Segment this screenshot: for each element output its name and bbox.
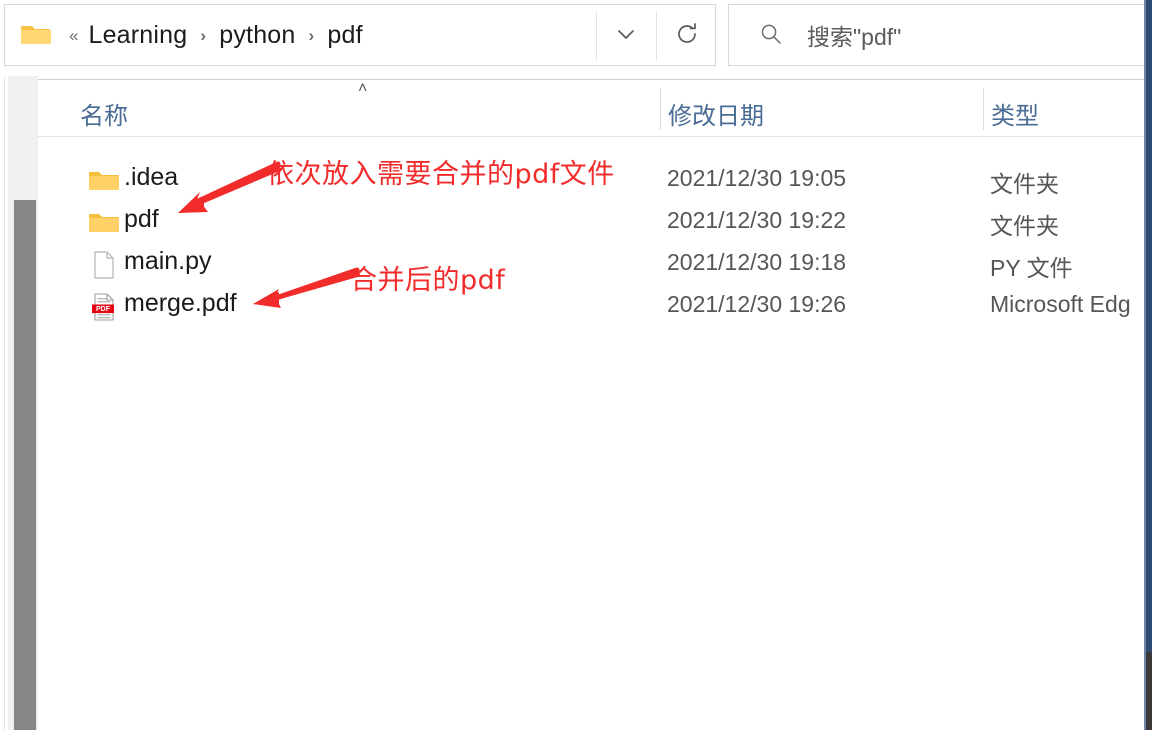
file-date-modified: 2021/12/30 19:22 [667,207,847,233]
left-edge-divider [4,76,5,730]
address-dropdown-button[interactable] [597,5,655,67]
file-date-modified: 2021/12/30 19:05 [667,165,847,191]
column-header-row: ˄ 名称 修改日期 类型 [38,79,1148,137]
folder-icon [21,23,51,47]
file-name[interactable]: main.py [124,247,212,276]
file-name[interactable]: .idea [124,163,178,192]
explorer-toolbar: « Learning › python › pdf 搜索"pdf" [4,4,1148,66]
address-bar[interactable]: « Learning › python › pdf [4,4,716,66]
search-icon [757,21,785,49]
file-list: .idea 2021/12/30 19:05 文件夹 pdf 2021/12/3… [38,138,1148,730]
file-date-modified: 2021/12/30 19:26 [667,291,847,317]
pdf-file-icon: PDF [88,291,120,323]
refresh-icon [673,20,701,53]
window-edge-border [1146,0,1152,730]
column-divider[interactable] [983,88,984,130]
breadcrumb: Learning › python › pdf [84,19,366,52]
search-input[interactable]: 搜索"pdf" [807,18,901,52]
svg-text:PDF: PDF [96,306,111,313]
table-row[interactable]: pdf 2021/12/30 19:22 文件夹 [38,202,1148,244]
folder-icon [88,207,120,239]
sort-ascending-icon[interactable]: ˄ [358,81,367,97]
column-header-type[interactable]: 类型 [991,96,1039,131]
vertical-scrollbar-track[interactable] [8,76,38,730]
file-type: 文件夹 [990,171,1059,197]
column-header-name[interactable]: 名称 [80,96,128,131]
table-row[interactable]: main.py 2021/12/30 19:18 PY 文件 [38,244,1148,286]
breadcrumb-item-pdf[interactable]: pdf [323,19,366,52]
file-type: PY 文件 [990,255,1073,281]
column-header-date-modified[interactable]: 修改日期 [668,96,764,131]
chevron-down-icon [613,21,639,52]
window-edge-border-bottom [1146,652,1152,730]
folder-icon [88,165,120,197]
breadcrumb-overflow-icon[interactable]: « [69,27,78,44]
breadcrumb-item-python[interactable]: python [215,19,299,52]
column-divider[interactable] [660,88,661,130]
vertical-scrollbar-thumb[interactable] [14,200,36,730]
file-icon [88,249,120,281]
file-name[interactable]: merge.pdf [124,289,237,318]
file-type: Microsoft Edg [990,291,1131,317]
refresh-button[interactable] [657,5,717,67]
file-date-modified: 2021/12/30 19:18 [667,249,847,275]
file-type: 文件夹 [990,213,1059,239]
annotation-label-merge-input: 依次放入需要合并的pdf文件 [267,159,615,190]
file-name[interactable]: pdf [124,205,159,234]
table-row[interactable]: PDF merge.pdf 2021/12/30 19:26 Microsoft… [38,286,1148,328]
chevron-right-icon[interactable]: › [191,27,215,44]
breadcrumb-item-learning[interactable]: Learning [84,19,191,52]
annotation-label-merge-output: 合并后的pdf [350,265,506,296]
chevron-right-icon[interactable]: › [300,27,324,44]
search-box[interactable]: 搜索"pdf" [728,4,1148,66]
